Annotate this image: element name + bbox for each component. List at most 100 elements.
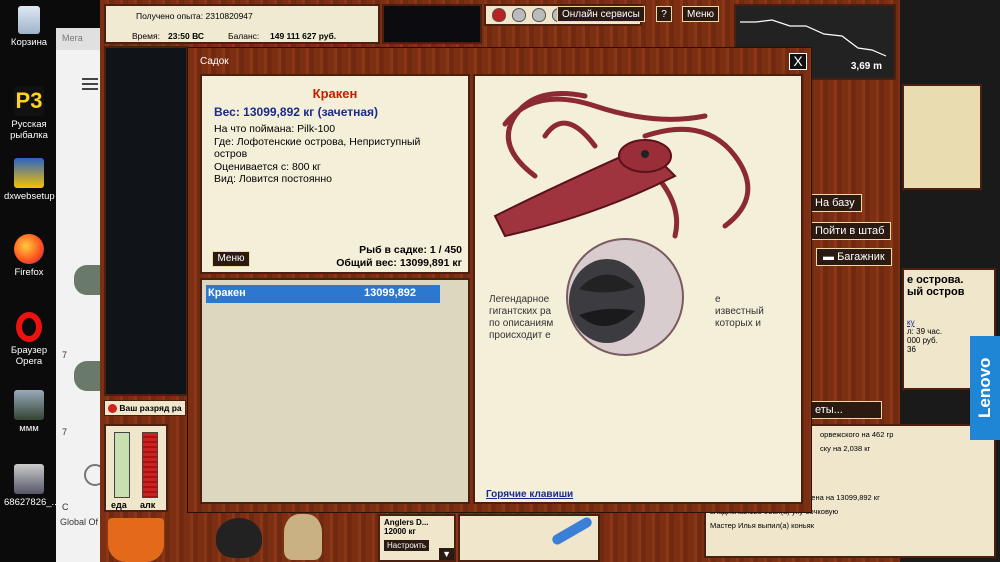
price-detail: Оценивается с: 800 кг <box>214 160 321 173</box>
firefox-icon <box>14 234 44 264</box>
hq-button[interactable]: Пойти в штаб <box>808 222 892 240</box>
chat-message: орвежского на 462 гр <box>820 430 894 439</box>
balance-value: 149 111 627 руб. <box>270 31 337 41</box>
more-button[interactable]: еты... <box>808 401 882 419</box>
avatar <box>74 265 100 295</box>
browser-tab[interactable]: Мега <box>56 28 100 50</box>
cauldron-icon[interactable] <box>216 518 262 558</box>
desktop-icon-mmm[interactable]: ммм <box>4 390 54 434</box>
location-line: е острова. <box>907 274 964 286</box>
fish-description-right: е известный которых и <box>715 294 764 330</box>
fish-count: Рыб в садке: 1 / 450 <box>359 244 462 256</box>
dark-panel <box>382 4 482 44</box>
fish-list: Кракен 13099,892 <box>200 278 470 504</box>
sack-icon[interactable] <box>284 514 322 560</box>
location-detail: л: 39 час. <box>907 327 943 336</box>
description-line: известный <box>715 306 764 317</box>
desktop-icon-label: 68627826_... <box>4 497 60 508</box>
recycle-bin-icon <box>18 6 40 34</box>
desktop-icon-firefox[interactable]: Firefox <box>4 234 54 278</box>
edge-text: C <box>62 502 69 512</box>
tackle-widget: Anglers D... 12000 кг Настроить ▼ <box>378 514 456 562</box>
food-gauge-label: еда <box>111 500 127 510</box>
game-menu-button[interactable]: Меню <box>682 6 720 22</box>
warning-text: Ваш разряд ра <box>119 403 182 413</box>
edge-text: 7 <box>62 427 68 437</box>
location-link[interactable]: ку <box>907 318 991 327</box>
desktop-icon-label: dxwebsetup <box>4 191 55 202</box>
world-map[interactable] <box>902 84 982 190</box>
time-label: Время: <box>132 31 160 41</box>
rank-warning: Ваш разряд ра <box>104 400 186 416</box>
setup-icon <box>14 158 44 188</box>
keepnet-dialog: Садок X Кракен Вес: 13099,892 кг (зачетн… <box>187 47 812 513</box>
fish-image-panel: Легендарное гигантских ра по описаниям п… <box>473 74 803 504</box>
desktop-icon-recycle-bin[interactable]: Корзина <box>4 6 54 48</box>
fish-name: Кракен <box>312 86 358 101</box>
warning-icon <box>108 404 117 414</box>
fish-details: На что поймана: Pilk-100 Где: Лофотенски… <box>214 123 454 186</box>
photo-icon <box>14 464 44 494</box>
avatar <box>74 361 100 391</box>
desktop-icon-photo[interactable]: 68627826_... <box>4 464 59 508</box>
chat-message: Мастер Илья выпил(а) коньяк <box>710 521 815 530</box>
browser-window-edge: Мега 7 7 C Global Of <box>56 28 106 562</box>
chat-message: ску на 2,038 кг <box>820 444 871 453</box>
type-detail: Вид: Ловится постоянно <box>214 173 332 185</box>
alcohol-gauge <box>142 432 158 498</box>
hamburger-menu-icon[interactable] <box>82 78 98 90</box>
widget-title: Anglers D... <box>384 518 429 527</box>
food-gauge <box>114 432 130 498</box>
configure-button[interactable]: Настроить <box>384 540 430 551</box>
car-icon: ▬ <box>823 251 834 263</box>
gauges-panel: еда алк <box>104 424 168 512</box>
russian-fishing-icon: P3 <box>14 86 44 116</box>
alcohol-gauge-label: алк <box>140 500 156 510</box>
dropdown-arrow-icon[interactable]: ▼ <box>439 548 454 560</box>
base-button[interactable]: На базу <box>808 194 862 212</box>
keepnet-stats: Рыб в садке: 1 / 450 Общий вес: 13099,89… <box>336 244 462 269</box>
widget-value: 12000 кг <box>384 527 416 536</box>
edge-text: 7 <box>62 350 68 360</box>
status-panel: Получено опыта: 2310820947 Время: 23:50 … <box>104 4 380 44</box>
time-value: 23:50 ВС <box>168 31 205 41</box>
fish-menu-button[interactable]: Меню <box>212 251 250 267</box>
potion-icon[interactable] <box>532 8 546 22</box>
potion-icon[interactable] <box>492 8 506 22</box>
location-detail: Где: Лофотенские острова, Неприступный о… <box>214 135 421 161</box>
desktop-icon-label: Корзина <box>10 37 48 48</box>
list-item-name: Кракен <box>208 287 246 299</box>
trunk-button[interactable]: ▬ Багажник <box>816 248 892 266</box>
trunk-label: Багажник <box>837 251 885 263</box>
total-weight: Общий вес: 13099,891 кг <box>336 256 462 269</box>
bait-detail: На что поймана: Pilk-100 <box>214 123 336 135</box>
location-line: ый остров <box>907 286 965 298</box>
bucket-icon[interactable] <box>108 518 164 562</box>
desktop-icon-opera[interactable]: Браузер Opera <box>4 312 54 367</box>
close-button[interactable]: X <box>789 53 807 70</box>
desktop-icon-dxwebsetup[interactable]: dxwebsetup <box>4 158 55 202</box>
balance-label: Баланс: <box>228 31 260 41</box>
scene-view <box>104 46 188 396</box>
photo-icon <box>14 390 44 420</box>
online-services-button[interactable]: Онлайн сервисы <box>557 6 645 22</box>
potion-icon[interactable] <box>512 8 526 22</box>
fish-weight: Вес: 13099,892 кг (зачетная) <box>214 105 379 119</box>
edge-text: Global Of <box>60 517 99 527</box>
experience-text: Получено опыта: 2310820947 <box>136 11 253 21</box>
dialog-title: Садок <box>200 56 229 67</box>
depth-value: 3,69 m <box>850 61 882 72</box>
opera-icon <box>16 312 42 342</box>
list-item-weight: 13099,892 <box>364 287 416 299</box>
lure-icon <box>550 515 594 547</box>
kraken-beak-icon <box>566 238 684 356</box>
help-button[interactable]: ? <box>656 6 672 22</box>
list-item[interactable]: Кракен 13099,892 <box>206 285 440 303</box>
desktop-icon-label: Русская рыбалка <box>10 119 48 141</box>
hotkeys-link[interactable]: Горячие клавиши <box>486 489 573 500</box>
lure-slot[interactable] <box>458 514 600 562</box>
desktop-icon-label: ммм <box>19 423 39 434</box>
desktop-icon-russian-fishing[interactable]: P3 Русская рыбалка <box>4 86 54 141</box>
desktop-icon-label: Браузер Opera <box>10 345 48 367</box>
desktop-icon-label: Firefox <box>14 267 44 278</box>
